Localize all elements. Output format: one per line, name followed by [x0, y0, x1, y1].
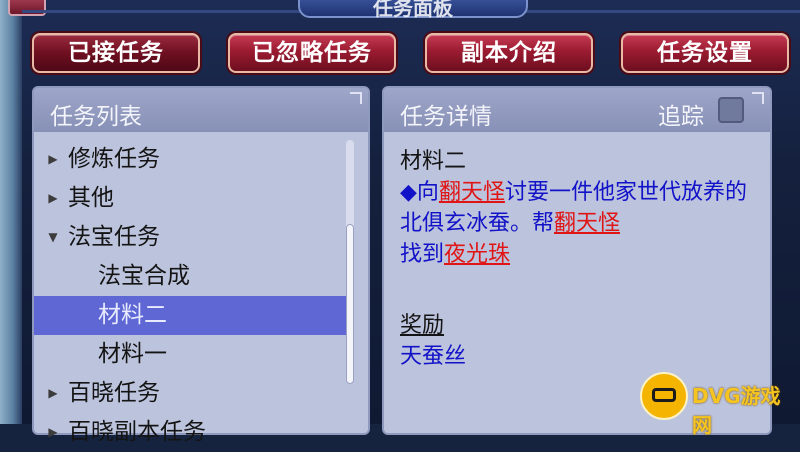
task-item-row-selected[interactable]: 材料二	[34, 296, 346, 335]
npc-link[interactable]: 翻天怪	[554, 211, 620, 236]
task-row-label: 修炼任务	[68, 146, 160, 172]
expand-arrow-icon[interactable]: ▶	[46, 140, 60, 179]
task-category-row[interactable]: ▶ 修炼任务	[34, 140, 346, 179]
panel-corner-icon	[752, 92, 764, 104]
expand-arrow-icon[interactable]: ▶	[46, 374, 60, 413]
tab-dungeon-intro[interactable]: 副本介绍	[425, 33, 593, 73]
track-label: 追踪	[658, 104, 704, 130]
task-category-row[interactable]: ▶ 其他	[34, 179, 346, 218]
window-left-border	[0, 0, 22, 424]
tab-accepted-tasks[interactable]: 已接任务	[32, 33, 200, 73]
watermark-text: DVG游戏网	[692, 384, 781, 437]
tab-task-settings[interactable]: 任务设置	[621, 33, 789, 73]
task-detail-body: 材料二 ◆向翻天怪讨要一件他家世代放养的北俱玄冰蚕。帮翻天怪 找到夜光珠 奖励 天…	[400, 146, 760, 372]
window-corner-button[interactable]	[8, 0, 46, 16]
task-category-row[interactable]: ▶ 百晓任务	[34, 374, 346, 413]
task-detail-header: 任务详情 追踪	[384, 88, 770, 132]
task-row-label: 百晓任务	[68, 380, 160, 406]
desc-text: 向	[416, 180, 439, 205]
task-row-label: 法宝合成	[98, 263, 190, 289]
task-row-label: 材料一	[98, 341, 167, 367]
task-row-label: 百晓副本任务	[68, 419, 206, 445]
scrollbar-thumb[interactable]	[346, 224, 354, 384]
panel-corner-icon	[350, 92, 362, 104]
task-category-row[interactable]: ▶ 百晓副本任务	[34, 413, 346, 452]
task-list-panel: 任务列表 ▶ 修炼任务 ▶ 其他 ▼ 法宝任务 法宝合成 材料二 材料一 ▶ 百…	[32, 86, 370, 445]
task-row-label: 材料二	[98, 302, 167, 328]
task-row-label: 法宝任务	[68, 224, 160, 250]
task-detail-title: 任务详情	[400, 104, 492, 130]
reward-heading: 奖励	[400, 313, 445, 338]
task-list: ▶ 修炼任务 ▶ 其他 ▼ 法宝任务 法宝合成 材料二 材料一 ▶ 百晓任务 ▶…	[34, 140, 346, 452]
expand-arrow-icon[interactable]: ▶	[46, 179, 60, 218]
reward-value: 天蚕丝	[400, 344, 467, 369]
task-list-title: 任务列表	[50, 104, 142, 130]
task-list-scrollbar[interactable]	[346, 140, 354, 384]
task-row-label: 其他	[68, 185, 114, 211]
gamepad-logo-icon	[640, 372, 688, 420]
window-title: 任务面板	[373, 0, 453, 20]
task-category-row[interactable]: ▼ 法宝任务	[34, 218, 346, 257]
npc-link[interactable]: 翻天怪	[439, 180, 505, 205]
window-title-bar: 任务面板	[298, 0, 528, 20]
collapse-arrow-icon[interactable]: ▼	[46, 218, 60, 257]
desc-text: 找到	[400, 242, 445, 267]
task-description: ◆向翻天怪讨要一件他家世代放养的北俱玄冰蚕。帮翻天怪 找到夜光珠	[400, 177, 760, 270]
task-item-row[interactable]: 法宝合成	[34, 257, 346, 296]
task-list-header: 任务列表	[34, 88, 368, 132]
tab-ignored-tasks[interactable]: 已忽略任务	[228, 33, 396, 73]
expand-arrow-icon[interactable]: ▶	[46, 413, 60, 452]
task-name: 材料二	[400, 149, 467, 174]
bullet-diamond-icon: ◆	[400, 180, 417, 205]
track-checkbox[interactable]	[718, 97, 744, 123]
item-link[interactable]: 夜光珠	[444, 242, 510, 267]
task-item-row[interactable]: 材料一	[34, 335, 346, 374]
